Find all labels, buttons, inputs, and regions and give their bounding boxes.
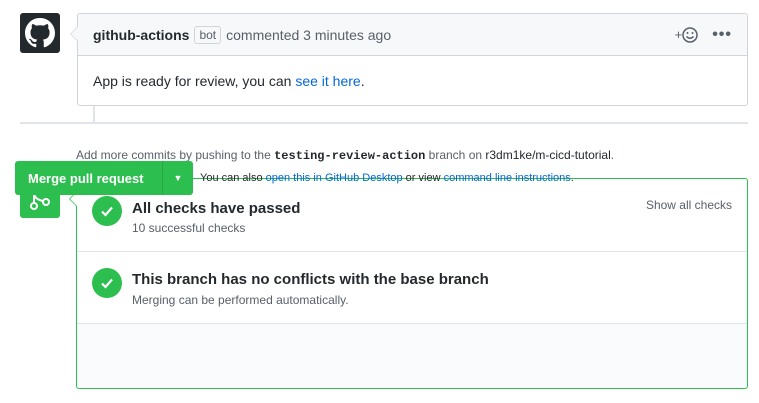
conflicts-section: This branch has no conflicts with the ba… [77,252,747,324]
alt-suffix: . [570,172,574,184]
conflicts-subtitle: Merging can be performed automatically. [132,293,349,307]
add-reaction-button[interactable]: + [674,26,699,43]
checks-title: All checks have passed [132,200,301,217]
merge-pull-request-button-group: Merge pull request ▼ [15,161,193,195]
see-it-here-link[interactable]: see it here [295,73,360,89]
reaction-plus-label: + [674,27,683,42]
branch-name: testing-review-action [274,149,426,163]
alt-prefix: You can also [200,172,266,184]
checks-subtitle: 10 successful checks [132,221,246,235]
comment-author-link[interactable]: github-actions [93,27,189,43]
merge-box: All checks have passed 10 successful che… [69,178,748,389]
hint-middle: branch on [425,148,486,162]
comment-options-button[interactable]: ••• [712,26,732,42]
merge-action-section [77,324,747,388]
comment-card: github-actions bot commented 3 minutes a… [70,13,748,106]
repo-link[interactable]: r3dm1ke/m-cicd-tutorial [485,148,610,162]
conflicts-title: This branch has no conflicts with the ba… [132,271,489,288]
hint-suffix: . [610,148,615,162]
comment-timestamp[interactable]: commented 3 minutes ago [226,27,391,43]
checks-passed-badge [92,196,122,226]
comment-header-actions: + ••• [674,26,732,43]
alt-middle: or view [402,172,444,184]
show-all-checks-button[interactable]: Show all checks [646,198,732,212]
merge-pull-request-button[interactable]: Merge pull request [15,161,162,195]
comment-body-suffix: . [360,73,365,89]
open-in-desktop-link[interactable]: open this in GitHub Desktop [266,172,403,184]
github-actions-avatar[interactable] [20,13,60,53]
timeline-divider [20,122,748,124]
comment-body: App is ready for review, you can see it … [78,56,747,106]
timeline-connector [93,106,95,122]
smiley-icon [682,26,698,43]
command-line-instructions-link[interactable]: command line instructions [444,172,571,184]
bot-badge: bot [194,25,222,44]
triangle-down-icon: ▼ [173,173,183,183]
check-icon [101,206,113,217]
comment-header: github-actions bot commented 3 minutes a… [78,14,747,56]
github-octocat-icon [25,18,55,48]
merge-options-dropdown[interactable]: ▼ [162,161,193,195]
hint-prefix: Add more commits by pushing to the [76,148,275,162]
merge-alternatives-text: You can also open this in GitHub Desktop… [200,172,574,184]
check-icon [101,278,113,289]
comment-body-text: App is ready for review, you can [93,73,296,89]
no-conflicts-badge [92,268,122,298]
